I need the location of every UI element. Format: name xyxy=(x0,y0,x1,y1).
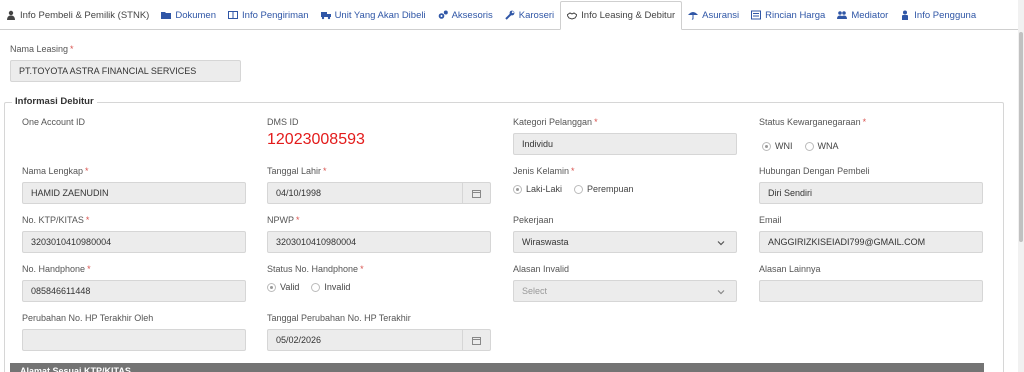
alamat-ktp-section-header[interactable]: Alamat Sesuai KTP/KITAS xyxy=(10,363,984,372)
status-kewarganegaraan-radio-group: WNI WNA xyxy=(762,141,851,151)
npwp-field[interactable]: 3203010410980004 xyxy=(267,231,491,253)
tab-label: Karoseri xyxy=(518,9,555,21)
npwp-label: NPWP * xyxy=(267,215,300,225)
tab-label: Info Pengguna xyxy=(914,9,977,21)
vertical-scrollbar[interactable] xyxy=(1018,0,1024,372)
pekerjaan-select[interactable]: Wiraswasta xyxy=(513,231,737,253)
dms-id-value: 12023008593 xyxy=(267,131,365,148)
dms-id-label: DMS ID xyxy=(267,117,299,127)
alasan-lainnya-label: Alasan Lainnya xyxy=(759,264,821,274)
handshake-icon xyxy=(567,11,578,20)
tab-unit[interactable]: Unit Yang Akan Dibeli xyxy=(315,1,432,29)
informasi-debitur-legend: Informasi Debitur xyxy=(12,96,97,107)
alasan-lainnya-field[interactable] xyxy=(759,280,983,302)
tab-aksesoris[interactable]: Aksesoris xyxy=(432,1,499,29)
radio-perempuan[interactable]: Perempuan xyxy=(574,184,634,194)
radio-wni[interactable]: WNI xyxy=(762,141,793,151)
tab-label: Info Leasing & Debitur xyxy=(581,10,676,21)
chevron-down-icon xyxy=(717,290,725,295)
status-kewarganegaraan-label: Status Kewarganegaraan * xyxy=(759,117,867,127)
tab-label: Unit Yang Akan Dibeli xyxy=(334,9,426,21)
tab-label: Dokumen xyxy=(175,9,217,21)
folder-icon xyxy=(161,12,172,19)
email-field[interactable]: ANGGIRIZKISEIADI799@GMAIL.COM xyxy=(759,231,983,253)
truck-icon xyxy=(320,12,331,20)
tab-rincian-harga[interactable]: Rincian Harga xyxy=(745,1,831,29)
tab-info-pengiriman[interactable]: Info Pengiriman xyxy=(222,1,315,29)
tanggal-perubahan-field[interactable]: 05/02/2026 xyxy=(267,329,491,351)
users-icon xyxy=(837,11,848,19)
tab-label: Mediator xyxy=(851,9,889,21)
tab-label: Aksesoris xyxy=(451,9,493,21)
hubungan-label: Hubungan Dengan Pembeli xyxy=(759,166,870,176)
tab-mediator[interactable]: Mediator xyxy=(831,1,894,29)
tab-info-pengguna[interactable]: Info Pengguna xyxy=(894,1,982,29)
person-icon xyxy=(902,10,909,20)
tanggal-lahir-label: Tanggal Lahir * xyxy=(267,166,327,176)
no-handphone-field[interactable]: 085846611448 xyxy=(22,280,246,302)
nama-lengkap-field[interactable]: HAMID ZAENUDIN xyxy=(22,182,246,204)
calendar-icon[interactable] xyxy=(462,330,490,350)
radio-invalid[interactable]: Invalid xyxy=(311,282,350,292)
kategori-pelanggan-field[interactable]: Individu xyxy=(513,133,737,155)
radio-valid[interactable]: Valid xyxy=(267,282,299,292)
one-account-id-label: One Account ID xyxy=(22,117,86,127)
jenis-kelamin-radio-group: Laki-Laki Perempuan xyxy=(513,184,646,194)
tab-info-leasing[interactable]: Info Leasing & Debitur xyxy=(560,1,683,30)
list-icon xyxy=(751,10,762,20)
perubahan-hp-oleh-label: Perubahan No. HP Terakhir Oleh xyxy=(22,313,154,323)
radio-button[interactable] xyxy=(267,282,276,292)
tab-bar: Info Pembeli & Pemilik (STNK) Dokumen In… xyxy=(0,0,1018,30)
kategori-pelanggan-label: Kategori Pelanggan * xyxy=(513,117,598,127)
tab-asuransi[interactable]: Asuransi xyxy=(682,1,745,29)
radio-wna[interactable]: WNA xyxy=(804,141,839,151)
gears-icon xyxy=(438,10,448,19)
tab-label: Info Pembeli & Pemilik (STNK) xyxy=(20,9,150,21)
hubungan-field[interactable]: Diri Sendiri xyxy=(759,182,983,204)
tanggal-lahir-field[interactable]: 04/10/1998 xyxy=(267,182,491,204)
no-ktp-label: No. KTP/KITAS * xyxy=(22,215,90,225)
tab-karoseri[interactable]: Karoseri xyxy=(499,1,560,29)
status-hp-label: Status No. Handphone * xyxy=(267,264,364,274)
umbrella-icon xyxy=(688,12,699,20)
alasan-invalid-label: Alasan Invalid xyxy=(513,264,570,274)
nama-lengkap-label: Nama Lengkap * xyxy=(22,166,89,176)
perubahan-hp-oleh-field[interactable] xyxy=(22,329,246,351)
chevron-down-icon xyxy=(717,241,725,246)
email-label: Email xyxy=(759,215,782,225)
no-handphone-label: No. Handphone * xyxy=(22,264,91,274)
scrollbar-thumb[interactable] xyxy=(1019,32,1023,242)
radio-button[interactable] xyxy=(762,141,771,151)
no-ktp-field[interactable]: 3203010410980004 xyxy=(22,231,246,253)
calendar-icon[interactable] xyxy=(462,183,490,203)
radio-button[interactable] xyxy=(311,282,321,292)
tab-dokumen[interactable]: Dokumen xyxy=(155,1,222,29)
tab-info-pembeli[interactable]: Info Pembeli & Pemilik (STNK) xyxy=(0,1,155,29)
radio-button[interactable] xyxy=(574,184,584,194)
radio-laki-laki[interactable]: Laki-Laki xyxy=(513,184,562,194)
wrench-icon xyxy=(505,10,515,20)
tanggal-perubahan-label: Tanggal Perubahan No. HP Terakhir xyxy=(267,313,411,323)
status-hp-radio-group: Valid Invalid xyxy=(267,282,362,292)
user-icon xyxy=(7,10,15,20)
jenis-kelamin-label: Jenis Kelamin * xyxy=(513,166,575,176)
radio-button[interactable] xyxy=(513,184,522,194)
pekerjaan-label: Pekerjaan xyxy=(513,215,554,225)
radio-button[interactable] xyxy=(804,141,814,151)
tab-label: Info Pengiriman xyxy=(242,9,309,21)
book-icon xyxy=(228,11,239,19)
nama-leasing-field[interactable]: PT.TOYOTA ASTRA FINANCIAL SERVICES xyxy=(10,60,241,82)
tab-label: Rincian Harga xyxy=(765,9,826,21)
alasan-invalid-select[interactable]: Select xyxy=(513,280,737,302)
nama-leasing-label: Nama Leasing * xyxy=(10,44,74,54)
tab-label: Asuransi xyxy=(702,9,740,21)
